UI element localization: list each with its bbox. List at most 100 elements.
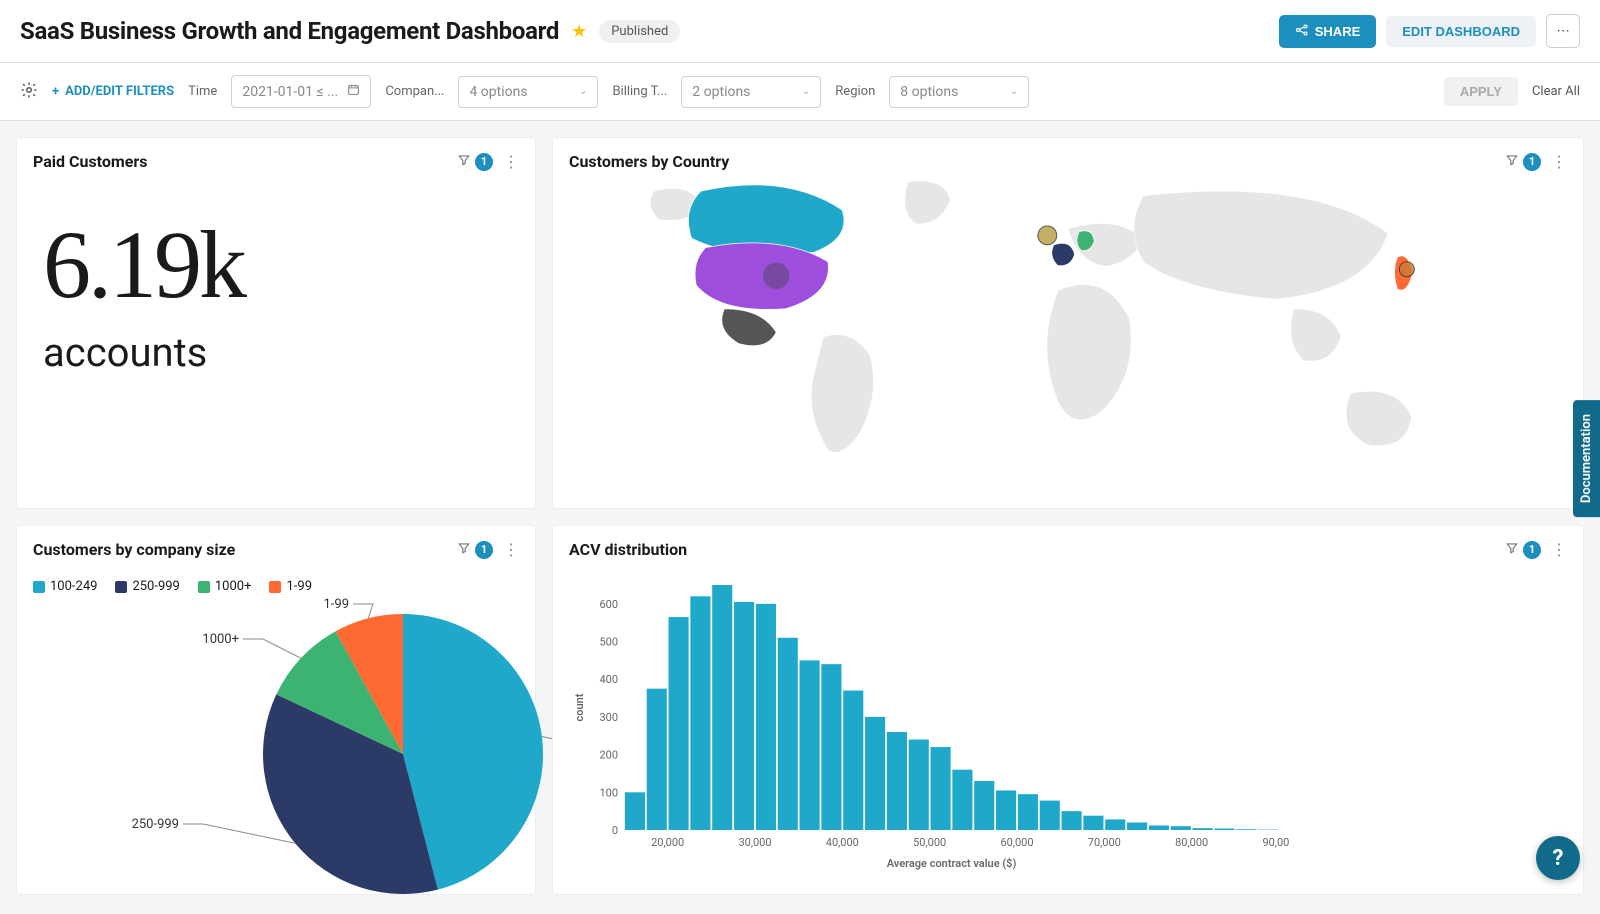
hist-bar[interactable] [647, 689, 667, 830]
header-right: SHARE EDIT DASHBOARD ⋯ [1279, 14, 1580, 48]
svg-text:600: 600 [599, 598, 618, 611]
hist-bar[interactable] [1171, 826, 1191, 830]
svg-text:40,000: 40,000 [826, 836, 859, 849]
hist-bar[interactable] [843, 691, 863, 830]
filter-label-company: Compan... [385, 84, 444, 99]
hist-bar[interactable] [800, 660, 820, 830]
calendar-icon [347, 83, 360, 100]
hist-bar[interactable] [887, 732, 907, 830]
help-button[interactable]: ? [1536, 836, 1580, 880]
share-button[interactable]: SHARE [1279, 15, 1377, 48]
hist-bar[interactable] [931, 747, 951, 830]
hist-bar[interactable] [1083, 816, 1103, 830]
page-header: SaaS Business Growth and Engagement Dash… [0, 0, 1600, 63]
documentation-tab[interactable]: Documentation [1573, 400, 1600, 517]
filter-count-badge: 1 [1523, 541, 1541, 559]
share-button-label: SHARE [1315, 24, 1361, 39]
hist-bar[interactable] [625, 792, 645, 830]
more-options-button[interactable]: ⋯ [1546, 14, 1580, 48]
hist-bar[interactable] [1127, 822, 1147, 830]
hist-bar[interactable] [1236, 829, 1256, 830]
hist-bar[interactable] [1018, 794, 1038, 830]
edit-dashboard-button[interactable]: EDIT DASHBOARD [1386, 16, 1536, 47]
chevron-down-icon: ⌄ [579, 86, 587, 97]
hist-bar[interactable] [756, 604, 776, 830]
map-marker-japan[interactable] [1399, 262, 1414, 277]
svg-text:500: 500 [599, 636, 618, 649]
company-size-card: Customers by company size 1 ⋮ 100-249 25… [16, 525, 536, 895]
company-select[interactable]: 4 options ⌄ [458, 76, 598, 108]
gear-icon[interactable] [20, 81, 38, 103]
filter-bar: + ADD/EDIT FILTERS Time 2021-01-01 ≤ ...… [0, 63, 1600, 121]
card-filter-indicator[interactable]: 1 [457, 541, 493, 559]
paid-customers-card: Paid Customers 1 ⋮ 6.19k accounts [16, 137, 536, 509]
card-filter-indicator[interactable]: 1 [1505, 541, 1541, 559]
world-map[interactable] [557, 177, 1579, 497]
hist-bar[interactable] [778, 638, 798, 830]
favorite-star-icon[interactable]: ★ [571, 21, 587, 42]
histogram-chart[interactable]: 010020030040050060020,00030,00040,00050,… [569, 575, 1289, 875]
card-title: ACV distribution [569, 540, 687, 559]
hist-bar[interactable] [734, 602, 754, 830]
hist-bar[interactable] [821, 664, 841, 830]
country-usa[interactable] [695, 243, 828, 310]
apply-filters-button[interactable]: APPLY [1444, 77, 1518, 106]
hist-bar[interactable] [1105, 819, 1125, 830]
hist-bar[interactable] [865, 717, 885, 830]
dashboard-grid: Paid Customers 1 ⋮ 6.19k accounts Custom… [0, 121, 1600, 911]
hist-bar[interactable] [669, 617, 689, 830]
hist-bar[interactable] [952, 770, 972, 830]
filter-bar-right: APPLY Clear All [1444, 77, 1580, 106]
card-menu[interactable]: ⋮ [1551, 540, 1567, 559]
pie-legend: 100-249 250-999 1000+ 1-99 [33, 575, 519, 594]
chevron-down-icon: ⌄ [802, 86, 810, 97]
country-mexico[interactable] [722, 309, 776, 346]
plus-icon: + [52, 84, 59, 99]
hist-bar[interactable] [712, 585, 732, 830]
hist-bar[interactable] [1040, 801, 1060, 830]
card-filter-indicator[interactable]: 1 [457, 153, 493, 171]
svg-text:20,000: 20,000 [651, 836, 684, 849]
map-marker-us[interactable] [763, 263, 789, 289]
add-edit-filters-button[interactable]: + ADD/EDIT FILTERS [52, 84, 174, 99]
svg-text:300: 300 [599, 711, 618, 724]
svg-text:0: 0 [612, 824, 618, 837]
card-menu[interactable]: ⋮ [503, 152, 519, 171]
ellipsis-icon: ⋯ [1556, 23, 1569, 39]
svg-text:50,000: 50,000 [913, 836, 946, 849]
svg-text:count: count [573, 693, 586, 721]
funnel-icon [457, 541, 471, 559]
hist-bar[interactable] [1062, 811, 1082, 830]
card-menu[interactable]: ⋮ [1551, 152, 1567, 171]
funnel-icon [1505, 153, 1519, 171]
time-range-select[interactable]: 2021-01-01 ≤ ... [231, 75, 371, 108]
legend-item: 1-99 [269, 579, 312, 594]
filter-label-billing: Billing T... [612, 84, 667, 99]
hist-bar[interactable] [996, 790, 1016, 830]
hist-bar[interactable] [909, 740, 929, 830]
hist-bar[interactable] [1214, 828, 1234, 830]
country-france[interactable] [1052, 243, 1075, 265]
clear-all-filters[interactable]: Clear All [1532, 84, 1580, 99]
card-filter-indicator[interactable]: 1 [1505, 153, 1541, 171]
share-icon [1295, 23, 1309, 40]
svg-text:80,000: 80,000 [1175, 836, 1208, 849]
filter-count-badge: 1 [475, 153, 493, 171]
hist-bar[interactable] [690, 596, 710, 830]
filter-label-region: Region [835, 84, 875, 99]
card-menu[interactable]: ⋮ [503, 540, 519, 559]
hist-bar[interactable] [1149, 825, 1169, 830]
svg-text:400: 400 [599, 673, 618, 686]
card-title: Customers by Country [569, 152, 729, 171]
billing-select[interactable]: 2 options ⌄ [681, 76, 821, 108]
pie-callout-label: 250-999 [132, 817, 179, 832]
svg-text:30,000: 30,000 [738, 836, 771, 849]
acv-distribution-card: ACV distribution 1 ⋮ 0100200300400500600… [552, 525, 1584, 895]
hist-bar[interactable] [1193, 828, 1213, 830]
hist-bar[interactable] [974, 781, 994, 830]
paid-customers-unit: accounts [33, 313, 519, 406]
region-select[interactable]: 8 options ⌄ [889, 76, 1029, 108]
svg-text:Average contract value ($): Average contract value ($) [887, 857, 1017, 870]
svg-text:200: 200 [599, 749, 618, 762]
map-marker-uk[interactable] [1038, 226, 1057, 245]
